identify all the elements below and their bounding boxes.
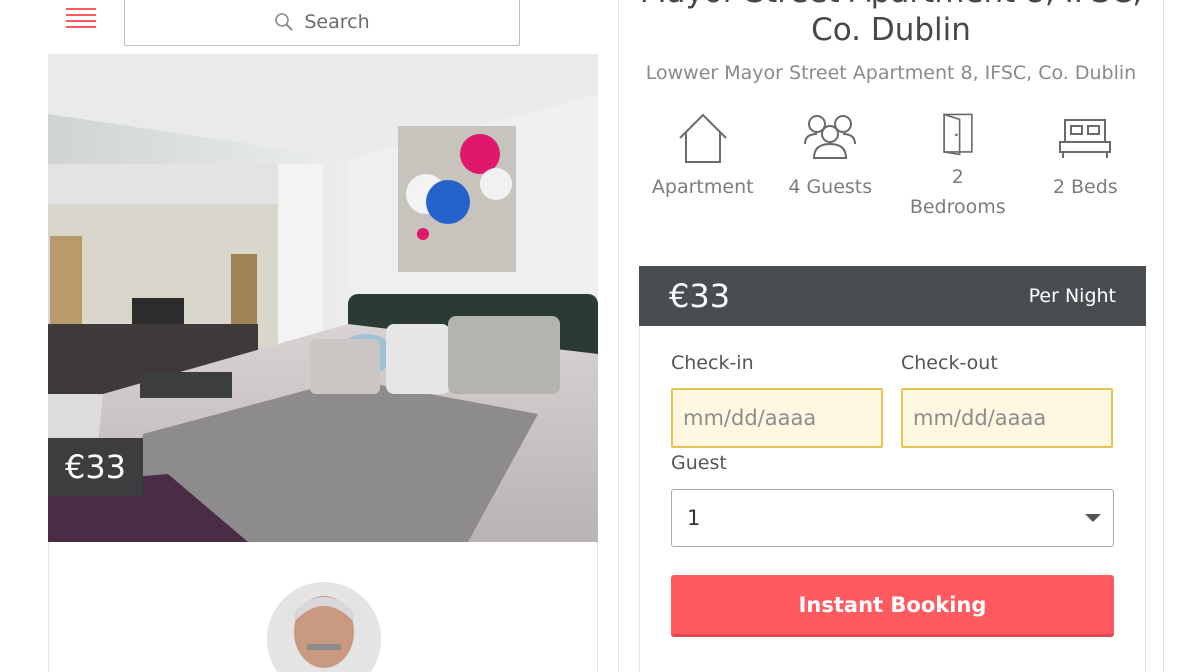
search-label: Search xyxy=(304,11,370,33)
price-bar: €33 Per Night xyxy=(639,266,1146,326)
listing-features: Apartment 4 Guests 2 Bedrooms 2 Beds xyxy=(639,112,1149,222)
host-avatar[interactable] xyxy=(267,582,381,672)
hamburger-icon[interactable] xyxy=(66,6,96,32)
host-card xyxy=(48,542,598,672)
feature-bedrooms: 2 Bedrooms xyxy=(894,112,1022,222)
listing-title-line2: Co. Dublin xyxy=(811,12,971,48)
chevron-down-icon xyxy=(1085,514,1101,522)
guests-icon xyxy=(804,115,857,159)
host-photo xyxy=(267,582,381,672)
feature-label: Apartment xyxy=(651,176,754,198)
photo-price-tag: €33 xyxy=(48,438,143,496)
bed-icon xyxy=(1059,119,1112,158)
search-icon xyxy=(275,13,294,31)
per-night-label: Per Night xyxy=(1028,285,1116,307)
feature-label: 4 Guests xyxy=(788,176,873,198)
booking-form: Check-in Check-out mm/dd/aaaa mm/dd/aaaa… xyxy=(639,326,1146,672)
guest-label: Guest xyxy=(671,452,727,474)
checkout-input[interactable]: mm/dd/aaaa xyxy=(901,388,1113,448)
house-icon xyxy=(679,113,727,163)
listing-address: Lowwer Mayor Street Apartment 8, IFSC, C… xyxy=(645,62,1137,84)
feature-beds: 2 Beds xyxy=(1022,112,1150,222)
feature-apartment: Apartment xyxy=(639,112,767,222)
listing-details-panel: Mayor Street Apartment 8, IFSC, Co. Dubl… xyxy=(618,0,1164,672)
guest-select[interactable]: 1 xyxy=(671,489,1114,547)
feature-label: 2 Bedrooms xyxy=(909,166,1006,218)
listing-title-line1: Mayor Street Apartment 8, IFSC, xyxy=(619,0,1163,10)
checkin-label: Check-in xyxy=(671,352,754,374)
checkout-label: Check-out xyxy=(901,352,998,374)
feature-guests: 4 Guests xyxy=(767,112,895,222)
feature-label: 2 Beds xyxy=(1052,176,1118,198)
search-button[interactable]: Search xyxy=(124,0,520,46)
door-icon xyxy=(943,113,973,156)
nightly-price: €33 xyxy=(669,277,731,315)
listing-photo[interactable]: €33 xyxy=(48,54,598,542)
checkin-input[interactable]: mm/dd/aaaa xyxy=(671,388,883,448)
instant-booking-button[interactable]: Instant Booking xyxy=(671,575,1114,637)
guest-value: 1 xyxy=(687,506,701,530)
